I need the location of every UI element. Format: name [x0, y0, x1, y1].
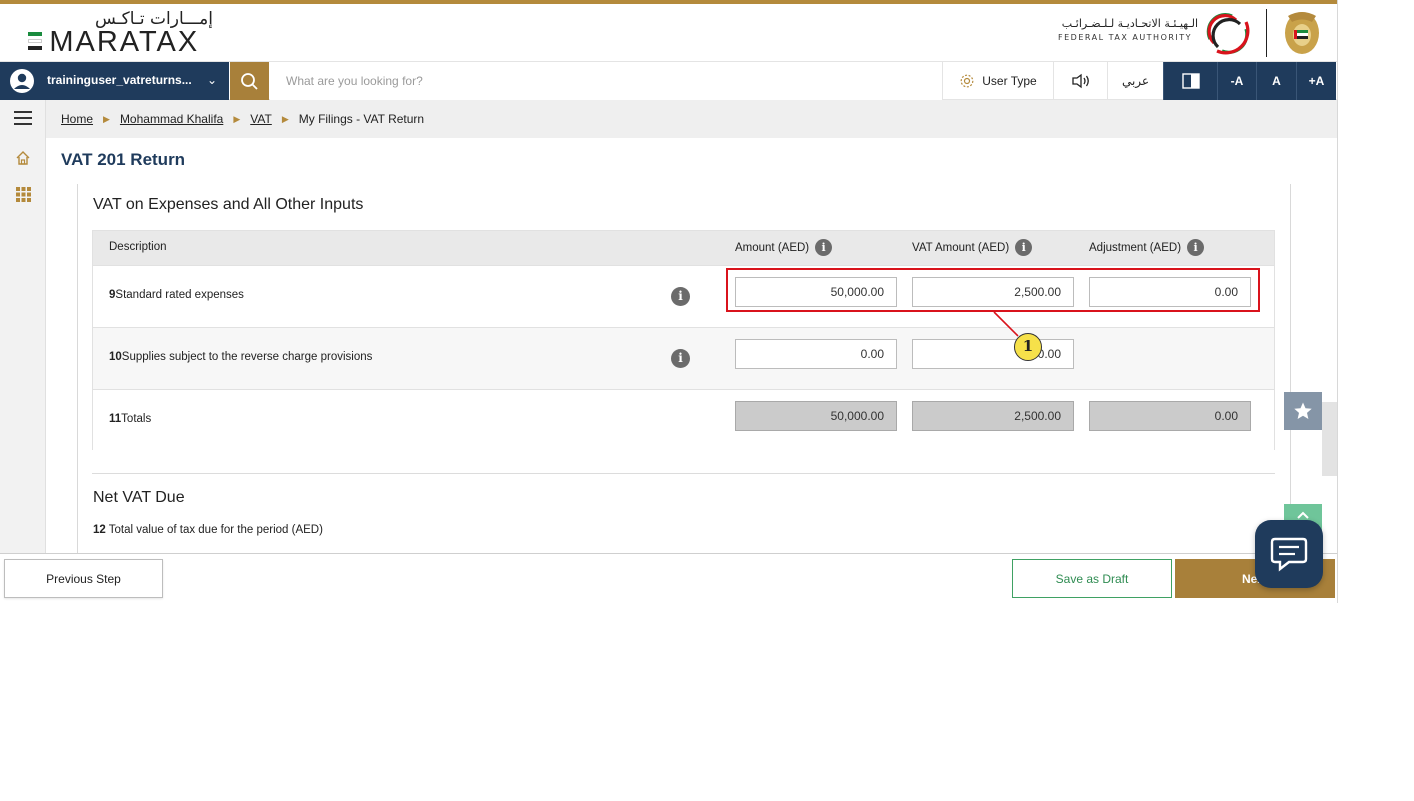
- previous-step-button[interactable]: Previous Step: [4, 559, 163, 598]
- logo-english-text: MARATAX: [49, 26, 200, 58]
- net-vat-line: 12 Total value of tax due for the period…: [93, 524, 323, 536]
- table-row: 10Supplies subject to the reverse charge…: [93, 327, 1274, 389]
- vat-amount-input[interactable]: [912, 339, 1074, 369]
- favorite-button[interactable]: [1284, 392, 1322, 430]
- app-window: إمـــارات تـاكـس EMARATAX الـهيـئـة الات…: [0, 0, 1338, 603]
- row-number: 11: [109, 413, 122, 425]
- column-header-label: VAT Amount (AED): [912, 241, 1010, 254]
- star-icon: [1294, 402, 1312, 419]
- column-header-vat-amount: VAT Amount (AED) i: [912, 239, 1033, 256]
- row-description: Standard rated expenses: [115, 289, 244, 301]
- font-normal-button[interactable]: A: [1256, 62, 1296, 100]
- breadcrumb-current: My Filings - VAT Return: [298, 112, 425, 126]
- vat-inputs-table: Description Amount (AED) i VAT Amount (A…: [92, 230, 1275, 451]
- breadcrumb-home[interactable]: Home: [61, 112, 93, 126]
- info-icon[interactable]: i: [671, 287, 690, 306]
- row-number: 10: [109, 351, 122, 363]
- row-label: 9Standard rated expenses: [109, 289, 244, 301]
- user-type-label: User Type: [982, 74, 1037, 88]
- info-icon[interactable]: i: [815, 239, 833, 256]
- apps-grid-icon: [15, 186, 31, 202]
- contrast-toggle[interactable]: [1163, 62, 1217, 100]
- callout-badge: 1: [1014, 333, 1042, 361]
- row-label: 10Supplies subject to the reverse charge…: [109, 351, 372, 363]
- total-vat-amount-field: [912, 401, 1074, 431]
- table-header: Description Amount (AED) i VAT Amount (A…: [93, 231, 1274, 265]
- breadcrumb-taxpayer[interactable]: Mohammad Khalifa: [120, 112, 223, 126]
- font-decrease-button[interactable]: -A: [1217, 62, 1256, 100]
- username: traininguser_vatreturns...: [47, 73, 192, 87]
- fta-name-english: FEDERAL TAX AUTHORITY: [1058, 33, 1193, 42]
- column-header-adjustment: Adjustment (AED) i: [1089, 239, 1205, 256]
- contrast-icon: [1181, 73, 1200, 89]
- column-header-label: Amount (AED): [735, 241, 810, 254]
- breadcrumb: Home ▶ Mohammad Khalifa ▶ VAT ▶ My Filin…: [46, 100, 1337, 138]
- sidebar: [0, 100, 46, 553]
- row-label: 11Totals: [109, 413, 151, 425]
- home-icon: [16, 151, 30, 165]
- language-toggle[interactable]: عربي: [1107, 62, 1163, 100]
- sidebar-item-apps[interactable]: [0, 176, 46, 212]
- chevron-down-icon: ⌄: [207, 73, 218, 87]
- row-description: Supplies subject to the reverse charge p…: [121, 351, 373, 363]
- gear-icon: [960, 74, 974, 88]
- user-avatar-icon: [10, 69, 34, 93]
- total-adjustment-field: [1089, 401, 1251, 431]
- chat-icon: [1270, 537, 1308, 572]
- header: إمـــارات تـاكـس EMARATAX الـهيـئـة الات…: [0, 4, 1337, 61]
- fta-name-arabic: الـهيـئـة الاتحـاديـة لـلـضـرائـب: [1061, 17, 1198, 30]
- search-button[interactable]: [230, 62, 269, 100]
- menu-toggle[interactable]: [0, 100, 46, 136]
- section-title: VAT on Expenses and All Other Inputs: [93, 196, 364, 213]
- info-icon[interactable]: i: [1015, 239, 1033, 256]
- column-header-amount: Amount (AED) i: [735, 239, 833, 256]
- save-draft-button[interactable]: Save as Draft: [1012, 559, 1172, 598]
- net-vat-title: Net VAT Due: [93, 489, 185, 506]
- row-number: 12: [93, 524, 106, 536]
- highlight-box: [726, 268, 1260, 312]
- sidebar-item-home[interactable]: [0, 140, 46, 176]
- font-increase-button[interactable]: +A: [1296, 62, 1336, 100]
- net-vat-line-label: Total value of tax due for the period (A…: [105, 524, 323, 536]
- amount-input[interactable]: [735, 339, 897, 369]
- fta-logo-icon: [1206, 13, 1250, 55]
- column-header-label: Description: [109, 241, 167, 253]
- breadcrumb-separator-icon: ▶: [233, 113, 241, 124]
- header-divider: [1266, 9, 1267, 57]
- table-row-totals: 11Totals: [93, 389, 1274, 451]
- emaratax-logo[interactable]: EMARATAX: [28, 26, 199, 59]
- top-bar: traininguser_vatreturns... ⌄ User Type: [0, 61, 1337, 100]
- user-type-button[interactable]: User Type: [942, 62, 1053, 100]
- column-header-label: Adjustment (AED): [1089, 241, 1182, 254]
- breadcrumb-separator-icon: ▶: [281, 113, 289, 124]
- section-divider: [92, 473, 1275, 474]
- hamburger-icon: [14, 111, 32, 125]
- breadcrumb-vat[interactable]: VAT: [250, 112, 272, 126]
- footer-actions: Previous Step Save as Draft Next: [0, 553, 1337, 603]
- speaker-icon: [1071, 73, 1089, 89]
- page-title: VAT 201 Return: [61, 150, 186, 169]
- breadcrumb-separator-icon: ▶: [103, 113, 110, 124]
- search-input[interactable]: [270, 62, 942, 100]
- total-amount-field: [735, 401, 897, 431]
- info-icon[interactable]: i: [671, 349, 690, 368]
- side-feedback-tab[interactable]: [1322, 402, 1337, 476]
- chat-button[interactable]: [1255, 520, 1323, 588]
- search-icon: [241, 73, 258, 90]
- text-to-speech-button[interactable]: [1053, 62, 1107, 100]
- info-icon[interactable]: i: [1187, 239, 1205, 256]
- row-description: Totals: [121, 413, 152, 425]
- uae-emblem-icon: [1285, 12, 1319, 54]
- column-header-description: Description: [109, 241, 167, 253]
- user-menu[interactable]: traininguser_vatreturns... ⌄: [0, 62, 229, 100]
